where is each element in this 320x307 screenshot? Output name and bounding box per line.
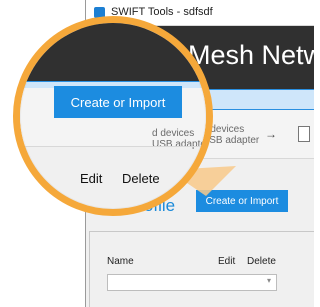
magnifier-callout: Create or Import d devices USB adapter E… bbox=[13, 16, 213, 216]
magnified-divider bbox=[20, 146, 206, 147]
magnified-edit-label: Edit bbox=[80, 171, 103, 186]
stage: SWIFT Tools - sdfsdf Mesh Netw d devices… bbox=[0, 0, 314, 307]
magnified-step-text-line1: d devices bbox=[152, 128, 195, 139]
magnified-header bbox=[20, 23, 206, 81]
magnified-delete-label: Delete bbox=[122, 171, 160, 186]
magnified-create-or-import-button: Create or Import bbox=[54, 86, 182, 118]
magnified-step-text-line2: USB adapter bbox=[152, 139, 210, 150]
